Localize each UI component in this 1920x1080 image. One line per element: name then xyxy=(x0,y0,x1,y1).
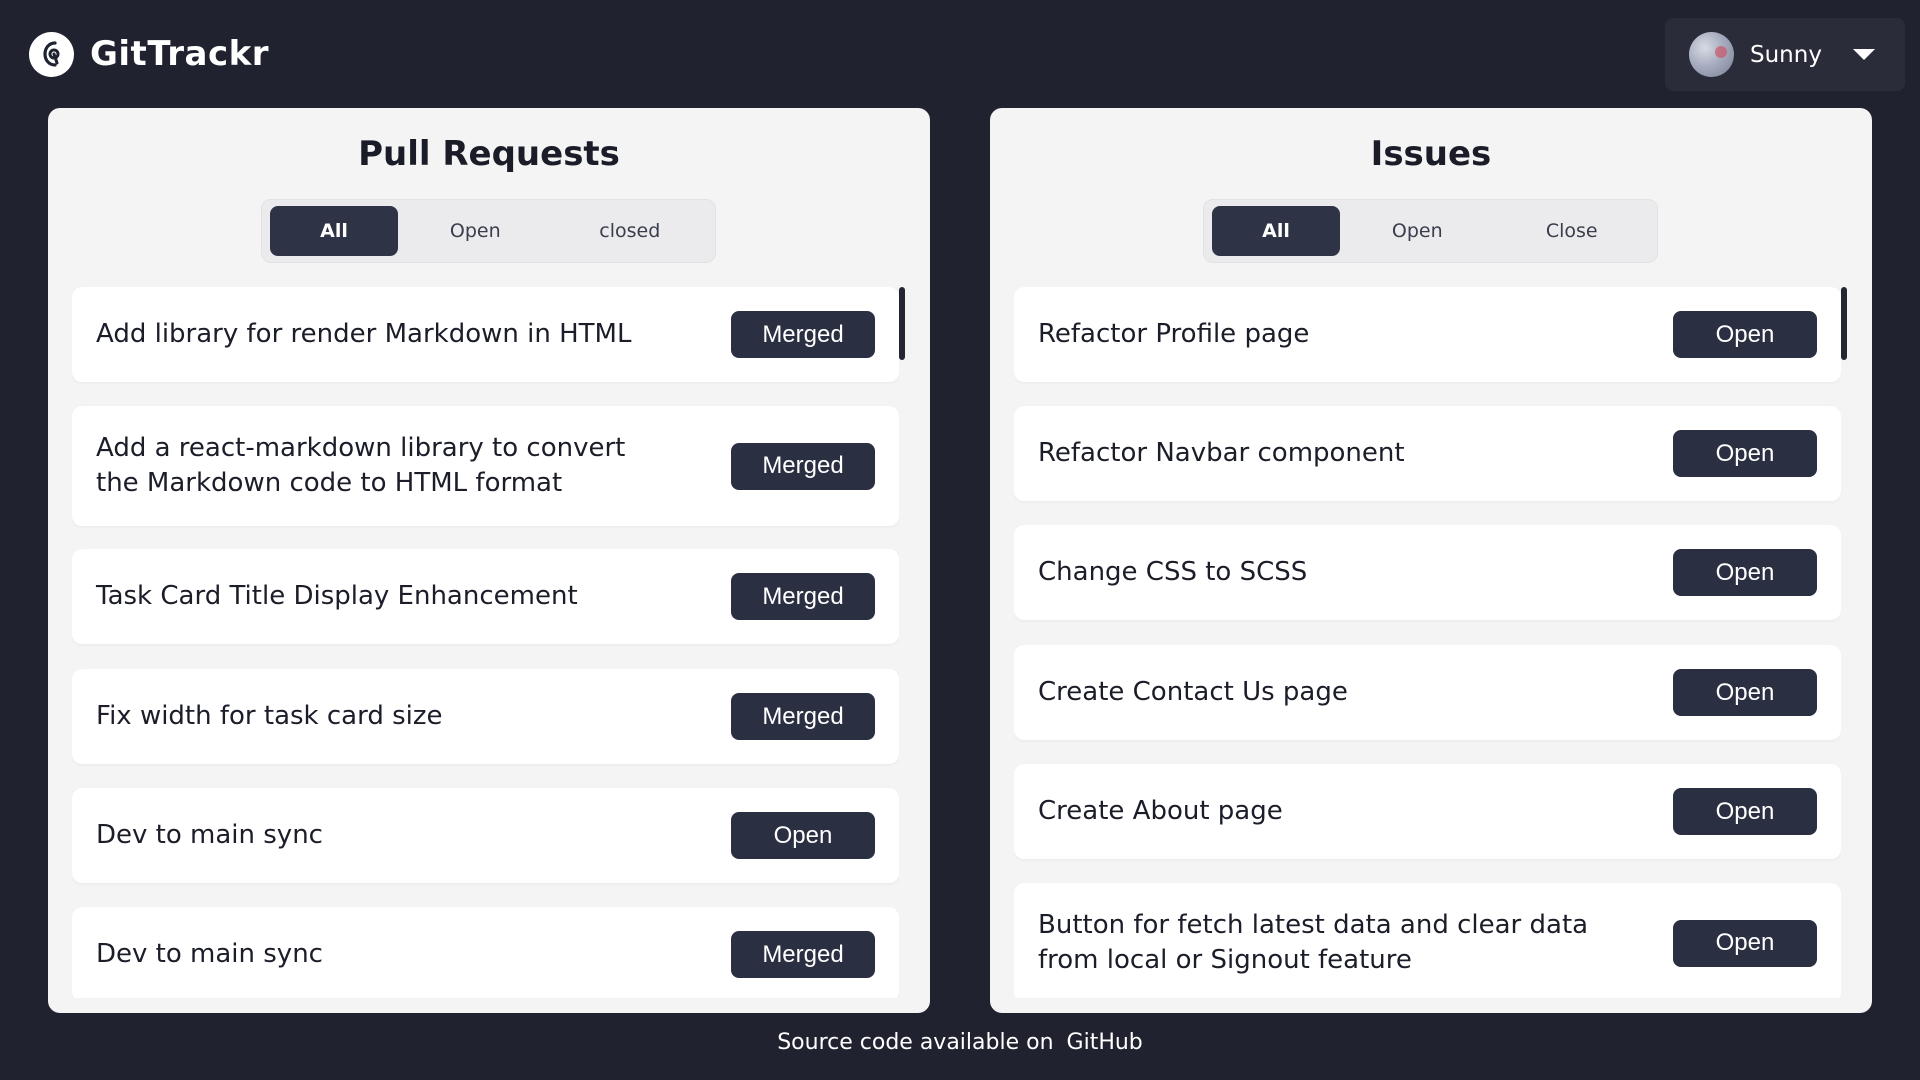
status-badge: Open xyxy=(731,812,875,859)
list-item[interactable]: Create About page Open xyxy=(1014,764,1841,859)
issue-title: Button for fetch latest data and clear d… xyxy=(1038,910,1589,975)
list-item[interactable]: Add a react-markdown library to convert … xyxy=(72,406,899,526)
status-badge: Merged xyxy=(731,311,875,358)
issues-filter-tabs: All Open Close xyxy=(1203,199,1658,263)
status-badge: Open xyxy=(1673,788,1817,835)
avatar xyxy=(1689,32,1734,77)
list-item[interactable]: Button for fetch latest data and clear d… xyxy=(1014,883,1841,998)
status-badge: Merged xyxy=(731,442,875,490)
tab-closed[interactable]: closed xyxy=(553,206,708,256)
issue-title: Refactor Navbar component xyxy=(1038,438,1405,468)
list-item[interactable]: Task Card Title Display Enhancement Merg… xyxy=(72,549,899,644)
pr-title: Fix width for task card size xyxy=(96,701,443,731)
pr-title: Dev to main sync xyxy=(96,820,323,850)
list-item[interactable]: Fix width for task card size Merged xyxy=(72,669,899,764)
issues-list[interactable]: Refactor Profile page Open Refactor Navb… xyxy=(1014,287,1841,998)
pull-requests-title: Pull Requests xyxy=(358,134,620,174)
chevron-down-icon xyxy=(1853,49,1875,60)
pr-title: Task Card Title Display Enhancement xyxy=(96,581,578,611)
issue-title: Create Contact Us page xyxy=(1038,677,1348,707)
footer-text: Source code available on xyxy=(777,1030,1054,1055)
list-item[interactable]: Change CSS to SCSS Open xyxy=(1014,525,1841,620)
issues-scrollbar[interactable] xyxy=(1841,287,1847,360)
github-link[interactable]: GitHub xyxy=(1067,1030,1143,1055)
list-item[interactable]: Refactor Profile page Open xyxy=(1014,287,1841,382)
issue-title: Change CSS to SCSS xyxy=(1038,557,1308,587)
tab-close[interactable]: Close xyxy=(1495,206,1650,256)
gittrackr-logo-icon xyxy=(29,31,74,77)
pull-requests-filter-tabs: All Open closed xyxy=(261,199,716,263)
status-badge: Merged xyxy=(731,931,875,978)
issues-panel: Issues All Open Close Refactor Profile p… xyxy=(990,108,1872,1013)
status-badge: Open xyxy=(1673,919,1817,967)
status-badge: Merged xyxy=(731,573,875,620)
issues-title: Issues xyxy=(1370,134,1492,174)
pull-requests-scrollbar[interactable] xyxy=(899,287,905,360)
list-item[interactable]: Dev to main sync Merged xyxy=(72,907,899,998)
brand-logo-link[interactable]: GitTrackr xyxy=(29,31,270,77)
tab-all[interactable]: All xyxy=(1212,206,1340,256)
issue-title: Refactor Profile page xyxy=(1038,319,1310,349)
footer: Source code available on GitHub xyxy=(0,1030,1920,1055)
pull-requests-list[interactable]: Add library for render Markdown in HTML … xyxy=(72,287,899,998)
top-navbar: GitTrackr Sunny xyxy=(0,0,1920,108)
list-item[interactable]: Create Contact Us page Open xyxy=(1014,645,1841,740)
pr-title: Dev to main sync xyxy=(96,939,323,969)
user-name: Sunny xyxy=(1750,41,1822,68)
user-menu-dropdown[interactable]: Sunny xyxy=(1665,18,1905,91)
pr-title: Add library for render Markdown in HTML xyxy=(96,319,632,349)
tab-all[interactable]: All xyxy=(270,206,398,256)
pr-title: Add a react-markdown library to convert … xyxy=(96,433,626,498)
status-badge: Open xyxy=(1673,549,1817,596)
issue-title: Create About page xyxy=(1038,796,1283,826)
list-item[interactable]: Refactor Navbar component Open xyxy=(1014,406,1841,501)
status-badge: Open xyxy=(1673,669,1817,716)
status-badge: Open xyxy=(1673,430,1817,477)
brand-name: GitTrackr xyxy=(90,34,270,74)
pull-requests-panel: Pull Requests All Open closed Add librar… xyxy=(48,108,930,1013)
status-badge: Open xyxy=(1673,311,1817,358)
list-item[interactable]: Add library for render Markdown in HTML … xyxy=(72,287,899,382)
status-badge: Merged xyxy=(731,693,875,740)
list-item[interactable]: Dev to main sync Open xyxy=(72,788,899,883)
tab-open[interactable]: Open xyxy=(1340,206,1495,256)
tab-open[interactable]: Open xyxy=(398,206,553,256)
